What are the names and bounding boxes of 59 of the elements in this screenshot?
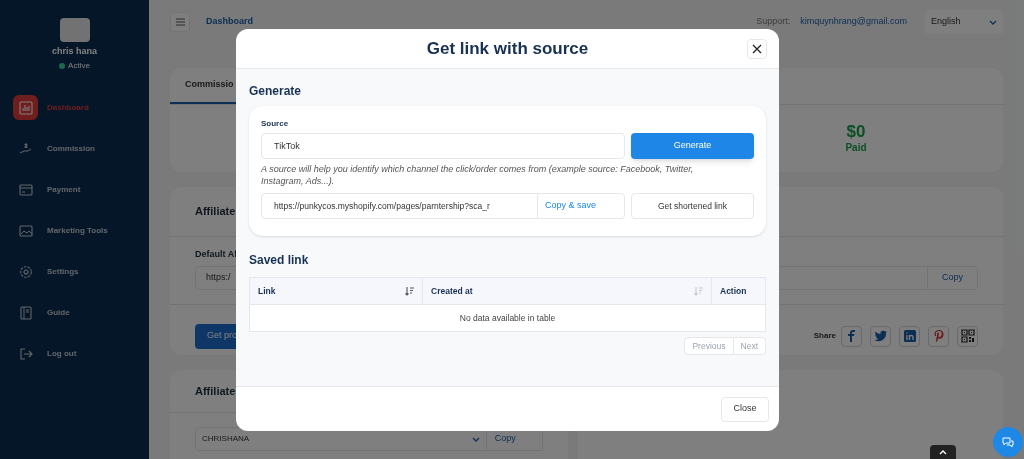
card-title: Affiliate [195, 383, 236, 399]
facebook-share-button[interactable] [841, 325, 862, 347]
avatar [59, 18, 90, 42]
chevron-down-icon [471, 436, 480, 442]
language-select[interactable]: English [925, 10, 1003, 34]
copy-button[interactable]: Copy [927, 266, 977, 289]
menu-button[interactable] [170, 12, 190, 32]
sidebar-item[interactable]: Marketing Tools [13, 217, 149, 244]
hint-text: A source will help you identify which channel the click/order comes from (example source: Facebook, Twitter, Instagram, Ads...). [261, 163, 695, 187]
close-button[interactable]: Close [721, 396, 769, 422]
chart-icon [18, 100, 33, 115]
column-header: Action [719, 284, 748, 298]
section-heading: Generate [249, 83, 303, 100]
linkedin-share-button[interactable] [899, 325, 920, 347]
close-button[interactable] [747, 39, 767, 59]
card-title: Affiliate [195, 204, 236, 220]
get-shortened-link-button[interactable]: Get shortened link [631, 193, 754, 219]
chat-icon [1002, 436, 1014, 448]
scroll-top-button[interactable] [930, 445, 956, 459]
chat-button[interactable] [993, 427, 1023, 457]
close-icon [752, 44, 762, 54]
sidebar-item[interactable]: Payment [13, 176, 149, 203]
card-icon [18, 182, 33, 197]
chevron-up-icon [939, 449, 947, 455]
paid-label: Paid [845, 140, 867, 155]
breadcrumb[interactable]: Dashboard [206, 15, 253, 29]
column-header[interactable]: Link [250, 278, 423, 304]
book-icon [18, 305, 33, 320]
source-field[interactable]: TikTok [261, 133, 625, 159]
copy-save-button[interactable]: Copy & save [537, 194, 624, 218]
twitter-share-button[interactable] [870, 325, 891, 347]
qr-code-icon [960, 329, 975, 343]
user-name: chris hana [52, 45, 97, 58]
image-icon [18, 223, 33, 238]
user-status: Active [68, 59, 90, 72]
modal-title: Get link with source [426, 37, 589, 60]
linkedin-icon [902, 329, 917, 343]
menu-icon [175, 18, 185, 26]
empty-table-message: No data available in table [458, 311, 557, 325]
twitter-icon [873, 329, 888, 343]
qr-code-share-button[interactable] [957, 325, 978, 347]
field-label: Source [261, 118, 290, 130]
sidebar-item[interactable]: Log out [13, 340, 149, 367]
section-heading: Saved link [249, 252, 310, 269]
support-email[interactable]: kimquynhrang@gmail.com [800, 15, 907, 29]
generate-button[interactable]: Generate [631, 133, 754, 159]
settings-icon [18, 264, 33, 279]
logout-icon [18, 346, 33, 361]
generated-link-field[interactable]: https://punkycos.myshopify.com/pages/parntership?sca_r Copy & save [261, 193, 625, 219]
sidebar-item[interactable]: Guide [13, 299, 149, 326]
share-label: Share [813, 330, 836, 342]
column-header[interactable]: Created at [423, 278, 712, 304]
support-label: Support: [756, 15, 791, 29]
chevron-down-icon [989, 19, 997, 25]
paid-amount: $0 [846, 122, 866, 140]
sidebar-item[interactable]: Settings [13, 258, 149, 285]
sidebar-item[interactable]: Commission [13, 135, 149, 162]
pinterest-share-button[interactable] [928, 325, 949, 347]
hand-dollar-icon [18, 141, 33, 156]
